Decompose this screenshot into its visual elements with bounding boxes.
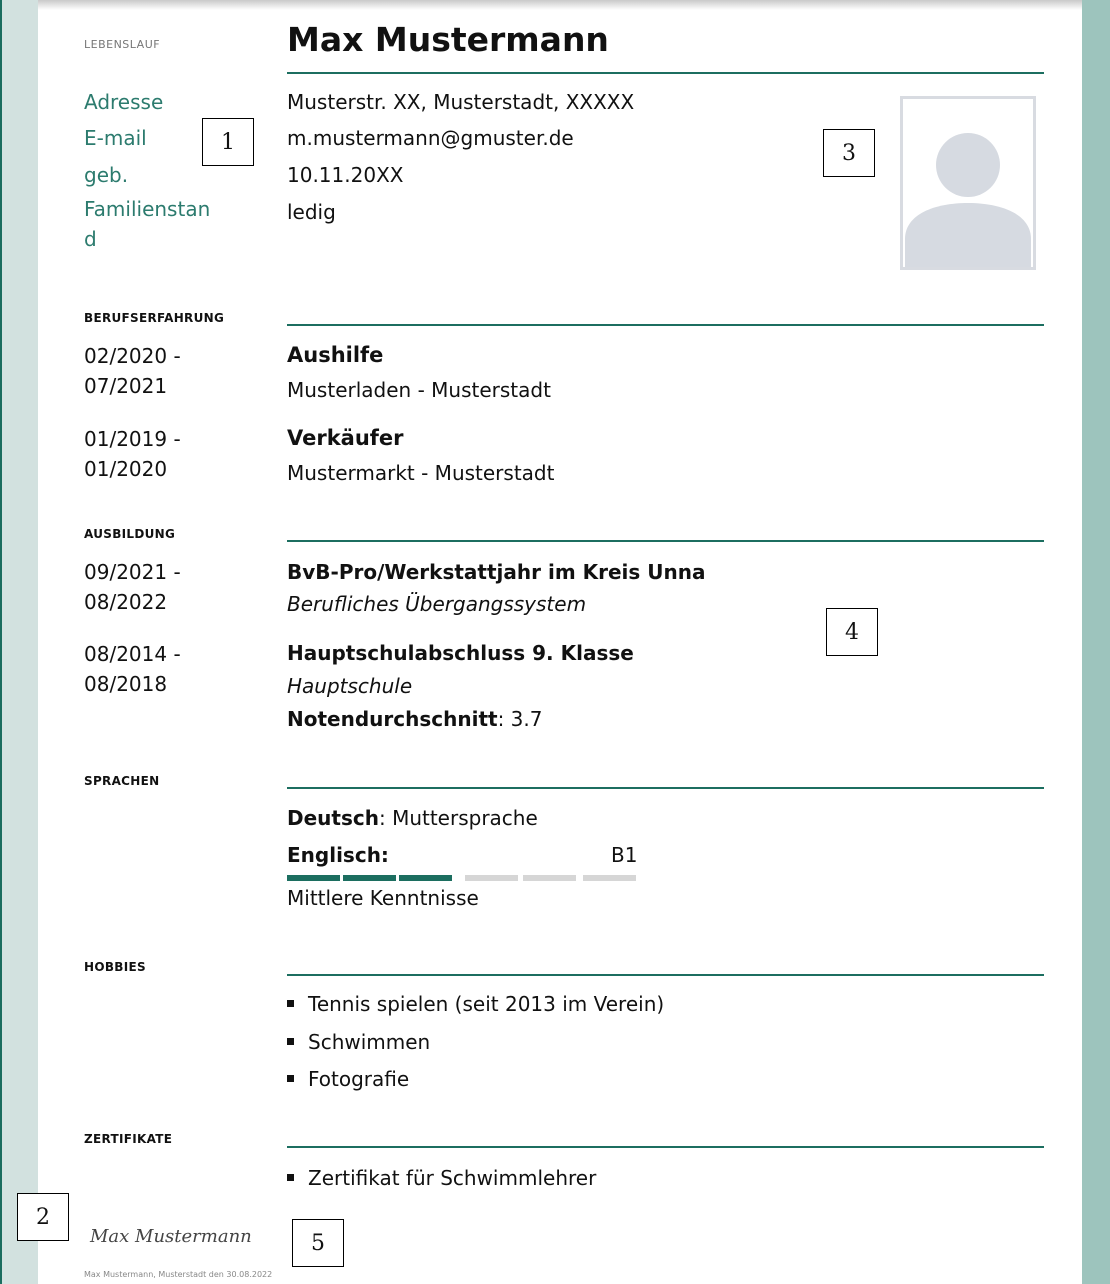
hobbies-rule: [287, 974, 1044, 976]
person-silhouette-icon: [905, 133, 1031, 267]
section-certificates: ZERTIFIKATE: [84, 1132, 173, 1146]
signature-footer: Max Mustermann, Musterstadt den 30.08.20…: [84, 1270, 273, 1279]
annotation-box-3: 3: [823, 129, 875, 177]
document-caption: LEBENSLAUF: [84, 38, 161, 51]
right-border-band: [1082, 0, 1110, 1284]
bullet-icon: [287, 1000, 294, 1007]
header-rule: [287, 72, 1044, 74]
label-address: Adresse: [84, 90, 164, 114]
person-name: Max Mustermann: [287, 20, 609, 59]
education-title: Hauptschulabschluss 9. Klasse: [287, 641, 634, 665]
certificate-item: Zertifikat für Schwimmlehrer: [287, 1166, 596, 1190]
languages-rule: [287, 787, 1044, 789]
education-date: 08/2014 - 08/2018: [84, 642, 181, 696]
section-hobbies: HOBBIES: [84, 960, 146, 974]
signature: Max Mustermann: [90, 1226, 252, 1247]
experience-title: Aushilfe: [287, 343, 384, 367]
skill-bar-filled: [399, 875, 452, 881]
value-address: Musterstr. XX, Musterstadt, XXXXX: [287, 90, 635, 114]
certificate-text: Zertifikat für Schwimmlehrer: [308, 1166, 597, 1190]
section-languages: SPRACHEN: [84, 774, 160, 788]
annotation-box-1: 1: [202, 118, 254, 166]
hobby-text: Fotografie: [308, 1067, 410, 1091]
skill-bar-empty: [523, 875, 576, 881]
left-gutter: [10, 0, 38, 1284]
hobby-item: Fotografie: [287, 1067, 409, 1091]
annotation-box-4: 4: [826, 608, 878, 656]
education-rule: [287, 540, 1044, 542]
experience-title: Verkäufer: [287, 426, 404, 450]
language-german: Deutsch: Muttersprache: [287, 806, 538, 830]
profile-photo-placeholder: [900, 96, 1036, 270]
experience-date: 02/2020 - 07/2021: [84, 344, 181, 398]
education-grade: Notendurchschnitt: 3.7: [287, 707, 542, 731]
grade-value: : 3.7: [497, 707, 543, 731]
skill-bar-filled: [343, 875, 396, 881]
certificates-rule: [287, 1146, 1044, 1148]
hobby-item: Schwimmen: [287, 1030, 430, 1054]
experience-place: Mustermarkt - Musterstadt: [287, 461, 555, 485]
label-marital-status: Familienstan d: [84, 197, 211, 251]
value-email: m.mustermann@gmuster.de: [287, 126, 574, 150]
hobby-text: Schwimmen: [308, 1030, 431, 1054]
cv-page: LEBENSLAUF Max Mustermann Adresse E-mail…: [38, 0, 1082, 1284]
bullet-icon: [287, 1038, 294, 1045]
skill-bar-empty: [583, 875, 636, 881]
experience-date: 01/2019 - 01/2020: [84, 427, 181, 481]
annotation-box-5: 5: [292, 1219, 344, 1267]
value-birth: 10.11.20XX: [287, 163, 404, 187]
left-border-band: [0, 0, 10, 1284]
grade-label: Notendurchschnitt: [287, 707, 498, 731]
education-date: 09/2021 - 08/2022: [84, 560, 181, 614]
annotation-box-2: 2: [17, 1193, 69, 1241]
language-english-description: Mittlere Kenntnisse: [287, 886, 479, 910]
section-experience: BERUFSERFAHRUNG: [84, 311, 225, 325]
value-marital-status: ledig: [287, 200, 336, 224]
section-education: AUSBILDUNG: [84, 527, 176, 541]
experience-place: Musterladen - Musterstadt: [287, 378, 551, 402]
language-english-label: Englisch:: [287, 843, 389, 867]
bullet-icon: [287, 1174, 294, 1181]
education-school: Hauptschule: [287, 674, 413, 698]
skill-bar-empty: [465, 875, 518, 881]
education-title: BvB-Pro/Werkstattjahr im Kreis Unna: [287, 560, 706, 584]
bullet-icon: [287, 1075, 294, 1082]
language-german-label: Deutsch: [287, 806, 379, 830]
experience-rule: [287, 324, 1044, 326]
skill-bar-filled: [287, 875, 340, 881]
hobby-item: Tennis spielen (seit 2013 im Verein): [287, 992, 664, 1016]
language-english-level: B1: [611, 843, 638, 867]
language-german-value: : Muttersprache: [378, 806, 538, 830]
hobby-text: Tennis spielen (seit 2013 im Verein): [308, 992, 665, 1016]
education-school: Berufliches Übergangssystem: [287, 592, 587, 616]
